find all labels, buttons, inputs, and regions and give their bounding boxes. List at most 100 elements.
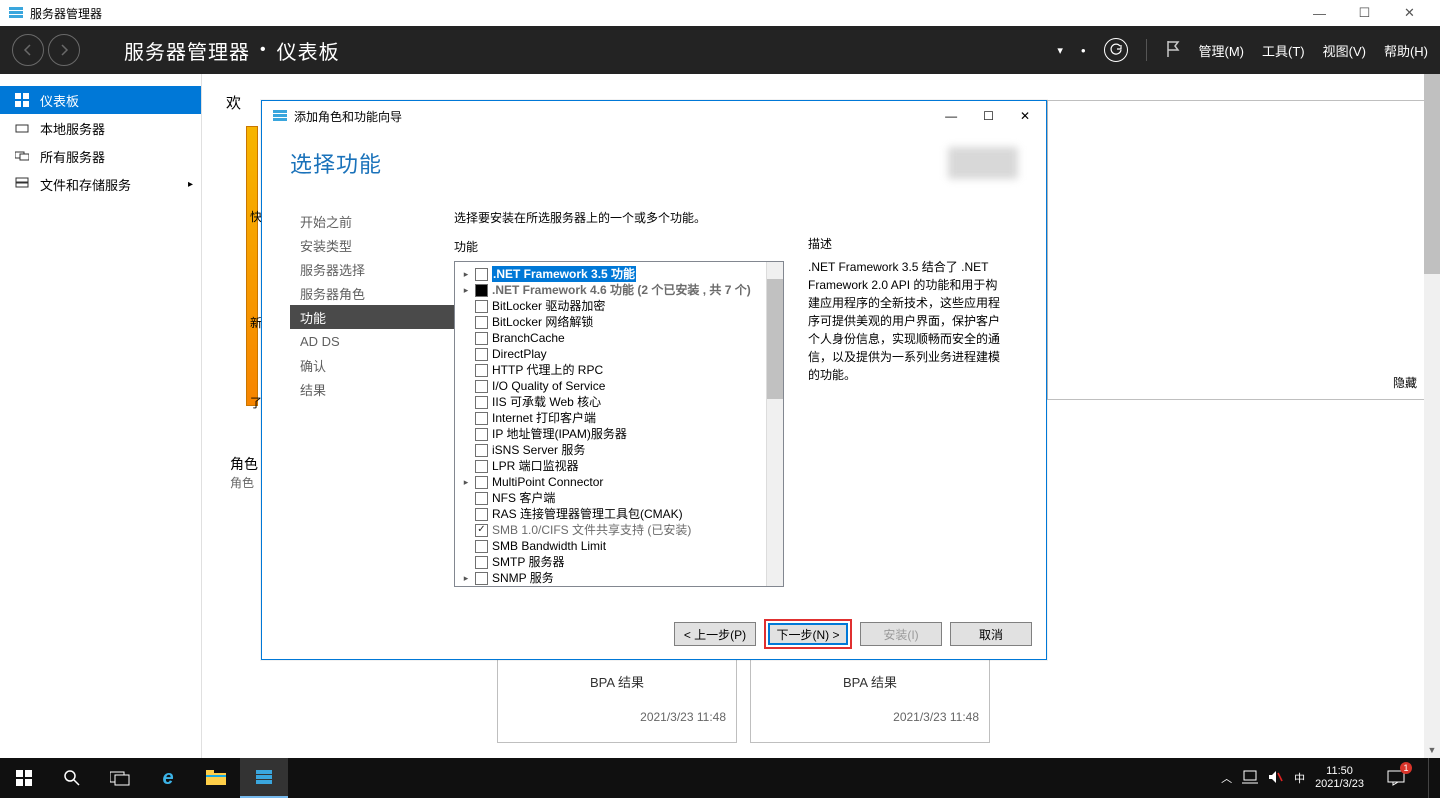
feature-item[interactable]: SMB Bandwidth Limit bbox=[461, 538, 765, 554]
wizard-step[interactable]: 开始之前 bbox=[290, 209, 454, 233]
wizard-step[interactable]: AD DS bbox=[290, 329, 454, 353]
flag-icon[interactable] bbox=[1165, 40, 1181, 61]
expand-icon[interactable]: ▸ bbox=[461, 282, 471, 298]
hide-button[interactable]: 隐藏 bbox=[1393, 374, 1417, 391]
sidebar-item-all-servers[interactable]: 所有服务器 bbox=[0, 142, 201, 170]
feature-item[interactable]: NFS 客户端 bbox=[461, 490, 765, 506]
feature-item[interactable]: BitLocker 网络解锁 bbox=[461, 314, 765, 330]
dialog-maximize-button[interactable]: ☐ bbox=[983, 109, 994, 123]
checkbox[interactable] bbox=[475, 492, 488, 505]
minimize-button[interactable]: — bbox=[1297, 0, 1342, 26]
checkbox[interactable] bbox=[475, 556, 488, 569]
dialog-minimize-button[interactable]: — bbox=[945, 109, 957, 123]
checkbox[interactable] bbox=[475, 332, 488, 345]
task-view-button[interactable] bbox=[96, 758, 144, 798]
close-button[interactable]: ✕ bbox=[1387, 0, 1432, 26]
feature-item[interactable]: ▸.NET Framework 3.5 功能 bbox=[461, 266, 765, 282]
wizard-step[interactable]: 服务器角色 bbox=[290, 281, 454, 305]
feature-item[interactable]: BitLocker 驱动器加密 bbox=[461, 298, 765, 314]
menu-tools[interactable]: 工具(T) bbox=[1262, 41, 1305, 60]
feature-item[interactable]: IP 地址管理(IPAM)服务器 bbox=[461, 426, 765, 442]
features-listbox[interactable]: ▸.NET Framework 3.5 功能▸.NET Framework 4.… bbox=[454, 261, 784, 587]
network-icon[interactable] bbox=[1242, 770, 1258, 787]
prev-button[interactable]: < 上一步(P) bbox=[674, 622, 756, 646]
ime-indicator[interactable]: 中 bbox=[1294, 770, 1305, 786]
description-text: .NET Framework 3.5 结合了 .NET Framework 2.… bbox=[808, 258, 1006, 384]
checkbox[interactable] bbox=[475, 316, 488, 329]
maximize-button[interactable]: ☐ bbox=[1342, 0, 1387, 26]
refresh-icon[interactable] bbox=[1104, 38, 1128, 62]
scroll-down-icon[interactable]: ▼ bbox=[1424, 742, 1440, 758]
checkbox[interactable] bbox=[475, 412, 488, 425]
checkbox[interactable] bbox=[475, 396, 488, 409]
feature-item[interactable]: HTTP 代理上的 RPC bbox=[461, 362, 765, 378]
volume-icon[interactable] bbox=[1268, 770, 1284, 787]
sidebar-item-dashboard[interactable]: 仪表板 bbox=[0, 86, 201, 114]
cancel-button[interactable]: 取消 bbox=[950, 622, 1032, 646]
checkbox[interactable] bbox=[475, 444, 488, 457]
nav-forward-button[interactable] bbox=[48, 34, 80, 66]
sidebar-item-local-server[interactable]: 本地服务器 bbox=[0, 114, 201, 142]
start-button[interactable] bbox=[0, 758, 48, 798]
wizard-step[interactable]: 确认 bbox=[290, 353, 454, 377]
features-scrollbar[interactable] bbox=[766, 262, 783, 586]
expand-icon[interactable]: ▸ bbox=[461, 266, 471, 282]
feature-item[interactable]: ▸MultiPoint Connector bbox=[461, 474, 765, 490]
chevron-down-icon[interactable]: ▾ bbox=[1057, 44, 1063, 57]
sidebar-item-file-storage[interactable]: 文件和存储服务 ▸ bbox=[0, 170, 201, 198]
feature-item[interactable]: RAS 连接管理器管理工具包(CMAK) bbox=[461, 506, 765, 522]
checkbox[interactable] bbox=[475, 524, 488, 537]
checkbox[interactable] bbox=[475, 380, 488, 393]
notification-icon[interactable] bbox=[1374, 758, 1418, 798]
show-desktop-button[interactable] bbox=[1428, 758, 1434, 798]
taskbar: e ︿ 中 11:50 2021/3/23 bbox=[0, 758, 1440, 798]
wizard-step[interactable]: 服务器选择 bbox=[290, 257, 454, 281]
bpa-label: BPA 结果 bbox=[498, 672, 736, 691]
feature-item[interactable]: ▸.NET Framework 4.6 功能 (2 个已安装 , 共 7 个) bbox=[461, 282, 765, 298]
tray-expand-icon[interactable]: ︿ bbox=[1221, 770, 1232, 786]
checkbox[interactable] bbox=[475, 572, 488, 585]
feature-item[interactable]: SMTP 服务器 bbox=[461, 554, 765, 570]
expand-icon[interactable]: ▸ bbox=[461, 570, 471, 586]
feature-item[interactable]: ▸SNMP 服务 bbox=[461, 570, 765, 586]
menu-help[interactable]: 帮助(H) bbox=[1384, 41, 1428, 60]
server-manager-taskbar-icon[interactable] bbox=[240, 758, 288, 798]
dialog-close-button[interactable]: ✕ bbox=[1020, 109, 1030, 123]
nav-back-button[interactable] bbox=[12, 34, 44, 66]
explorer-icon[interactable] bbox=[192, 758, 240, 798]
feature-item[interactable]: SMB 1.0/CIFS 文件共享支持 (已安装) bbox=[461, 522, 765, 538]
checkbox[interactable] bbox=[475, 268, 488, 281]
sidebar-item-label: 文件和存储服务 bbox=[40, 175, 131, 194]
feature-item[interactable]: LPR 端口监视器 bbox=[461, 458, 765, 474]
checkbox[interactable] bbox=[475, 428, 488, 441]
search-button[interactable] bbox=[48, 758, 96, 798]
feature-item[interactable]: Internet 打印客户端 bbox=[461, 410, 765, 426]
checkbox[interactable] bbox=[475, 540, 488, 553]
filter-icon[interactable]: • bbox=[1081, 43, 1086, 58]
checkbox[interactable] bbox=[475, 476, 488, 489]
checkbox[interactable] bbox=[475, 508, 488, 521]
wizard-step[interactable]: 安装类型 bbox=[290, 233, 454, 257]
dialog-title: 添加角色和功能向导 bbox=[294, 108, 402, 125]
menu-manage[interactable]: 管理(M) bbox=[1199, 41, 1245, 60]
checkbox[interactable] bbox=[475, 284, 488, 297]
expand-icon[interactable]: ▸ bbox=[461, 474, 471, 490]
feature-item[interactable]: BranchCache bbox=[461, 330, 765, 346]
taskbar-clock[interactable]: 11:50 2021/3/23 bbox=[1315, 765, 1364, 791]
feature-item[interactable]: DirectPlay bbox=[461, 346, 765, 362]
wizard-step[interactable]: 功能 bbox=[290, 305, 454, 329]
install-button[interactable]: 安装(I) bbox=[860, 622, 942, 646]
next-button[interactable]: 下一步(N) > bbox=[768, 623, 848, 645]
dialog-footer: < 上一步(P) 下一步(N) > 安装(I) 取消 bbox=[674, 619, 1032, 649]
feature-item[interactable]: I/O Quality of Service bbox=[461, 378, 765, 394]
menu-view[interactable]: 视图(V) bbox=[1323, 41, 1366, 60]
checkbox[interactable] bbox=[475, 348, 488, 361]
feature-item[interactable]: iSNS Server 服务 bbox=[461, 442, 765, 458]
checkbox[interactable] bbox=[475, 300, 488, 313]
ie-icon[interactable]: e bbox=[144, 758, 192, 798]
main-scrollbar[interactable] bbox=[1424, 74, 1440, 758]
wizard-step[interactable]: 结果 bbox=[290, 377, 454, 401]
checkbox[interactable] bbox=[475, 460, 488, 473]
feature-item[interactable]: IIS 可承载 Web 核心 bbox=[461, 394, 765, 410]
checkbox[interactable] bbox=[475, 364, 488, 377]
